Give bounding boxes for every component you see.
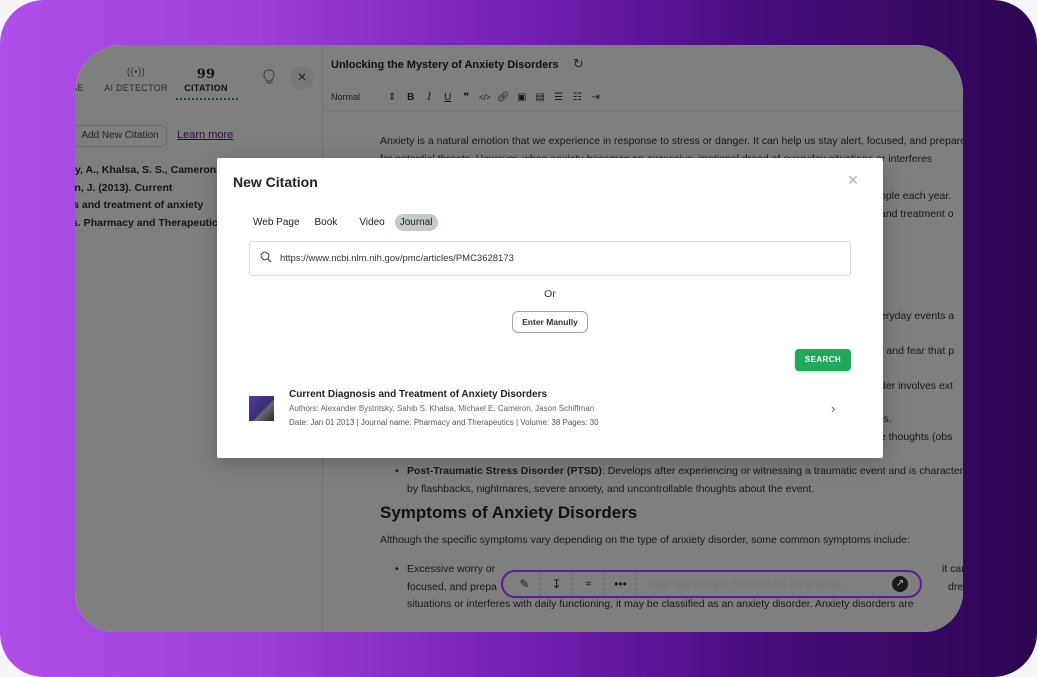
search-button[interactable]: SEARCH: [795, 349, 851, 371]
citation-type-tabs: Web Page Book Video Journal: [248, 214, 443, 231]
url-search-field[interactable]: [249, 241, 851, 276]
expand-height-icon[interactable]: ↧: [541, 572, 573, 596]
search-icon: [260, 251, 274, 266]
more-icon[interactable]: •••: [605, 572, 637, 596]
result-title: Current Diagnosis and Treatment of Anxie…: [289, 389, 548, 400]
result-meta: Date: Jan 01 2013 | Journal name: Pharma…: [289, 418, 599, 427]
result-authors: Authors: Alexander Bystritsky, Sahib S. …: [289, 404, 595, 413]
tab-book[interactable]: Book: [310, 214, 343, 231]
translate-icon[interactable]: ⌗: [573, 572, 605, 596]
close-icon[interactable]: ×: [845, 171, 861, 189]
enter-manually-button[interactable]: Enter Manully: [512, 311, 588, 333]
or-separator: Or: [544, 288, 556, 300]
new-citation-modal: New Citation × Web Page Book Video Journ…: [217, 158, 883, 458]
chevron-right-icon[interactable]: ›: [831, 401, 835, 416]
tab-video[interactable]: Video: [354, 214, 389, 231]
tab-web-page[interactable]: Web Page: [248, 214, 305, 231]
ai-assistant-bar: ✎ ↧ ⌗ ••• ↗: [501, 570, 922, 598]
tab-journal[interactable]: Journal: [394, 214, 438, 231]
search-result-item[interactable]: Current Diagnosis and Treatment of Anxie…: [249, 386, 851, 432]
magic-wand-icon[interactable]: ✎: [503, 572, 541, 596]
modal-title: New Citation: [233, 174, 318, 190]
send-arrow-icon[interactable]: ↗: [892, 576, 908, 592]
journal-cover-thumbnail: [249, 396, 274, 421]
url-input[interactable]: [280, 253, 820, 264]
ai-prompt-input[interactable]: [637, 579, 892, 589]
